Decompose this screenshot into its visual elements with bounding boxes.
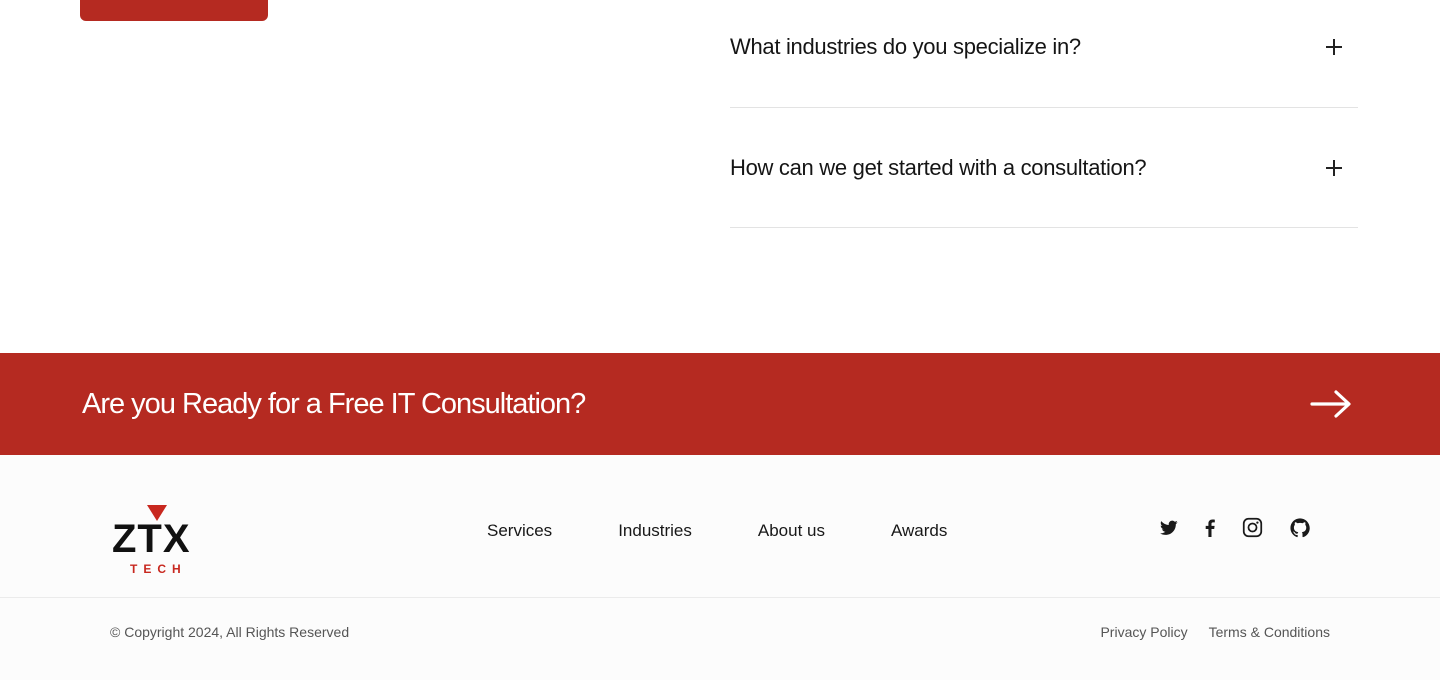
faq-question: How can we get started with a consultati… [730, 154, 1147, 180]
faq-item[interactable]: What industries do you specialize in? [730, 0, 1358, 108]
faq-list: What industries do you specialize in? Ho… [730, 0, 1358, 228]
get-started-button[interactable]: Get Started [80, 0, 268, 21]
social-links [1160, 517, 1310, 538]
consultation-banner[interactable]: Are you Ready for a Free IT Consultation… [0, 353, 1440, 455]
privacy-policy-link[interactable]: Privacy Policy [1100, 624, 1187, 640]
instagram-icon[interactable] [1242, 517, 1263, 538]
faq-question: What industries do you specialize in? [730, 34, 1081, 59]
legal-links: Privacy Policy Terms & Conditions [1100, 624, 1330, 640]
ztx-logo[interactable]: ZTX TECH [112, 505, 206, 577]
facebook-icon[interactable] [1205, 519, 1215, 537]
page: Get Started What industries do you speci… [0, 0, 1440, 680]
nav-link-services[interactable]: Services [487, 521, 552, 541]
footer-nav: Services Industries About us Awards [487, 521, 947, 541]
copyright-text: © Copyright 2024, All Rights Reserved [110, 624, 350, 640]
faq-item[interactable]: How can we get started with a consultati… [730, 108, 1358, 228]
plus-icon[interactable] [1326, 39, 1342, 55]
logo-wordmark: ZTX [112, 517, 191, 561]
logo-subtitle: TECH [130, 562, 187, 576]
twitter-icon[interactable] [1160, 520, 1178, 536]
footer: ZTX TECH Services Industries About us Aw… [0, 455, 1440, 680]
github-icon[interactable] [1290, 517, 1310, 538]
nav-link-awards[interactable]: Awards [891, 521, 947, 541]
arrow-right-icon[interactable] [1310, 389, 1352, 419]
nav-link-about-us[interactable]: About us [758, 521, 825, 541]
terms-conditions-link[interactable]: Terms & Conditions [1209, 624, 1330, 640]
banner-text: Are you Ready for a Free IT Consultation… [82, 387, 586, 420]
footer-divider [0, 597, 1440, 598]
nav-link-industries[interactable]: Industries [618, 521, 692, 541]
plus-icon[interactable] [1326, 159, 1342, 176]
